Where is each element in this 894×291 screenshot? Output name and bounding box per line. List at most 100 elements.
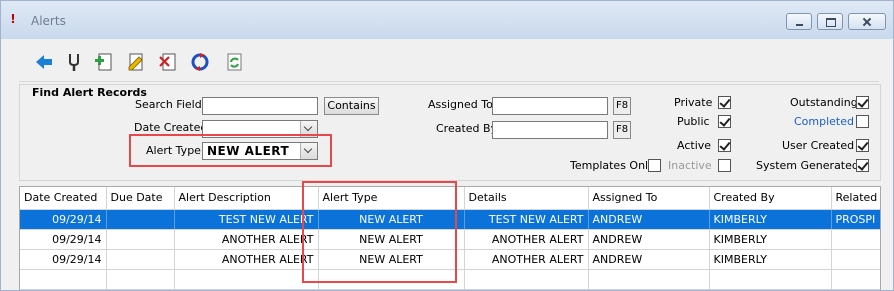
toolbar (19, 41, 879, 82)
cycle-button[interactable] (189, 51, 211, 73)
user-created-checkbox[interactable] (856, 139, 869, 152)
details-cell: TEST NEW ALERT (464, 209, 589, 230)
created-by-input[interactable] (492, 121, 608, 139)
table-row[interactable]: 09/29/14 TEST NEW ALERT NEW ALERT TEST N… (20, 209, 880, 230)
title-bar: ! Alerts (1, 1, 893, 39)
due-date-cell (106, 249, 175, 270)
alert-type-combo[interactable]: NEW ALERT (202, 142, 318, 160)
add-document-icon (95, 53, 112, 71)
outstanding-checkbox[interactable] (856, 96, 869, 109)
empty-row (20, 269, 880, 290)
close-icon (849, 14, 885, 29)
related-cell (831, 229, 880, 250)
alert-type-value: NEW ALERT (207, 144, 290, 158)
private-label: Private (674, 96, 713, 109)
column-header-date-created[interactable]: Date Created (20, 187, 107, 210)
assigned-to-cell: ANDREW (588, 229, 710, 250)
alert-type-cell: NEW ALERT (318, 249, 465, 270)
empty-cell (20, 269, 107, 290)
due-date-cell (106, 209, 175, 230)
templates-only-checkbox[interactable] (648, 159, 661, 172)
panel-title: Find Alert Records (30, 86, 149, 99)
table-row[interactable]: 09/29/14 ANOTHER ALERT NEW ALERT ANOTHER… (20, 229, 880, 250)
outstanding-label: Outstanding (790, 96, 858, 109)
date-created-cell: 09/29/14 (20, 249, 107, 270)
date-created-cell: 09/29/14 (20, 209, 107, 230)
system-generated-checkbox[interactable] (856, 159, 869, 172)
private-checkbox[interactable] (718, 96, 731, 109)
column-header-assigned-to[interactable]: Assigned To (588, 187, 710, 210)
details-cell: ANOTHER ALERT (464, 249, 589, 270)
due-date-cell (106, 229, 175, 250)
active-label: Active (677, 139, 712, 152)
completed-label: Completed (794, 115, 854, 128)
empty-cell (106, 269, 175, 290)
assigned-to-cell: ANDREW (588, 249, 710, 270)
column-header-due-date[interactable]: Due Date (106, 187, 175, 210)
templates-only-label: Templates Only (570, 159, 655, 172)
public-checkbox[interactable] (718, 115, 731, 128)
delete-button[interactable] (157, 51, 179, 73)
details-cell: ANOTHER ALERT (464, 229, 589, 250)
search-fields-input[interactable] (202, 97, 318, 115)
completed-checkbox[interactable] (856, 115, 869, 128)
column-header-details[interactable]: Details (464, 187, 589, 210)
active-checkbox[interactable] (718, 139, 731, 152)
close-button[interactable] (848, 13, 886, 30)
system-generated-label: System Generated (756, 159, 859, 172)
created-by-cell: KIMBERLY (709, 249, 832, 270)
created-by-cell: KIMBERLY (709, 229, 832, 250)
minimize-icon (787, 14, 811, 29)
find-alert-records-panel: Find Alert Records Search Fields Contain… (19, 84, 881, 181)
alerts-window: ! Alerts Find Alert Records Search Field… (0, 0, 894, 291)
alert-type-label: Alert Type (146, 144, 201, 157)
add-button[interactable] (93, 51, 115, 73)
column-header-created-by[interactable]: Created By (709, 187, 832, 210)
assigned-to-label: Assigned To (428, 98, 493, 111)
refresh-cycle-icon (191, 53, 209, 71)
empty-cell (174, 269, 319, 290)
alerts-grid: Date Created Due Date Alert Description … (19, 186, 881, 290)
contains-button[interactable]: Contains (324, 97, 379, 115)
description-cell: TEST NEW ALERT (174, 209, 319, 230)
empty-cell (831, 269, 880, 290)
window-title: Alerts (31, 14, 66, 28)
inactive-checkbox[interactable] (718, 159, 731, 172)
description-cell: ANOTHER ALERT (174, 249, 319, 270)
delete-document-icon (159, 53, 176, 71)
date-created-label: Date Created (134, 121, 208, 134)
back-arrow-icon (36, 55, 52, 69)
inactive-label: Inactive (668, 159, 712, 172)
created-by-lookup-button[interactable]: F8 (613, 121, 631, 139)
search-fields-label: Search Fields (135, 98, 208, 111)
column-header-related[interactable]: Related (831, 187, 880, 210)
created-by-cell: KIMBERLY (709, 209, 832, 230)
edit-button[interactable] (125, 51, 147, 73)
tuning-fork-icon (69, 54, 79, 71)
grid-header-row: Date Created Due Date Alert Description … (20, 187, 880, 210)
maximize-icon (818, 14, 842, 29)
minimize-button[interactable] (786, 13, 812, 30)
column-header-alert-type[interactable]: Alert Type (318, 187, 465, 210)
assigned-to-cell: ANDREW (588, 209, 710, 230)
column-header-alert-description[interactable]: Alert Description (174, 187, 319, 210)
date-created-combo[interactable] (202, 120, 318, 138)
alert-type-cell: NEW ALERT (318, 229, 465, 250)
user-created-label: User Created (782, 139, 855, 152)
empty-cell (709, 269, 832, 290)
related-cell: PROSPI (831, 209, 880, 230)
assigned-to-lookup-button[interactable]: F8 (613, 97, 631, 115)
related-cell (831, 249, 880, 270)
assigned-to-input[interactable] (492, 97, 608, 115)
chevron-down-icon[interactable] (300, 121, 317, 137)
tuning-fork-button[interactable] (63, 51, 85, 73)
maximize-button[interactable] (817, 13, 843, 30)
date-created-cell: 09/29/14 (20, 229, 107, 250)
table-row[interactable]: 09/29/14 ANOTHER ALERT NEW ALERT ANOTHER… (20, 249, 880, 270)
refresh-button[interactable] (223, 51, 245, 73)
back-button[interactable] (33, 51, 55, 73)
chevron-down-icon[interactable] (300, 143, 317, 159)
refresh-green-icon (227, 53, 242, 71)
edit-document-icon (128, 53, 143, 71)
alert-type-cell: NEW ALERT (318, 209, 465, 230)
